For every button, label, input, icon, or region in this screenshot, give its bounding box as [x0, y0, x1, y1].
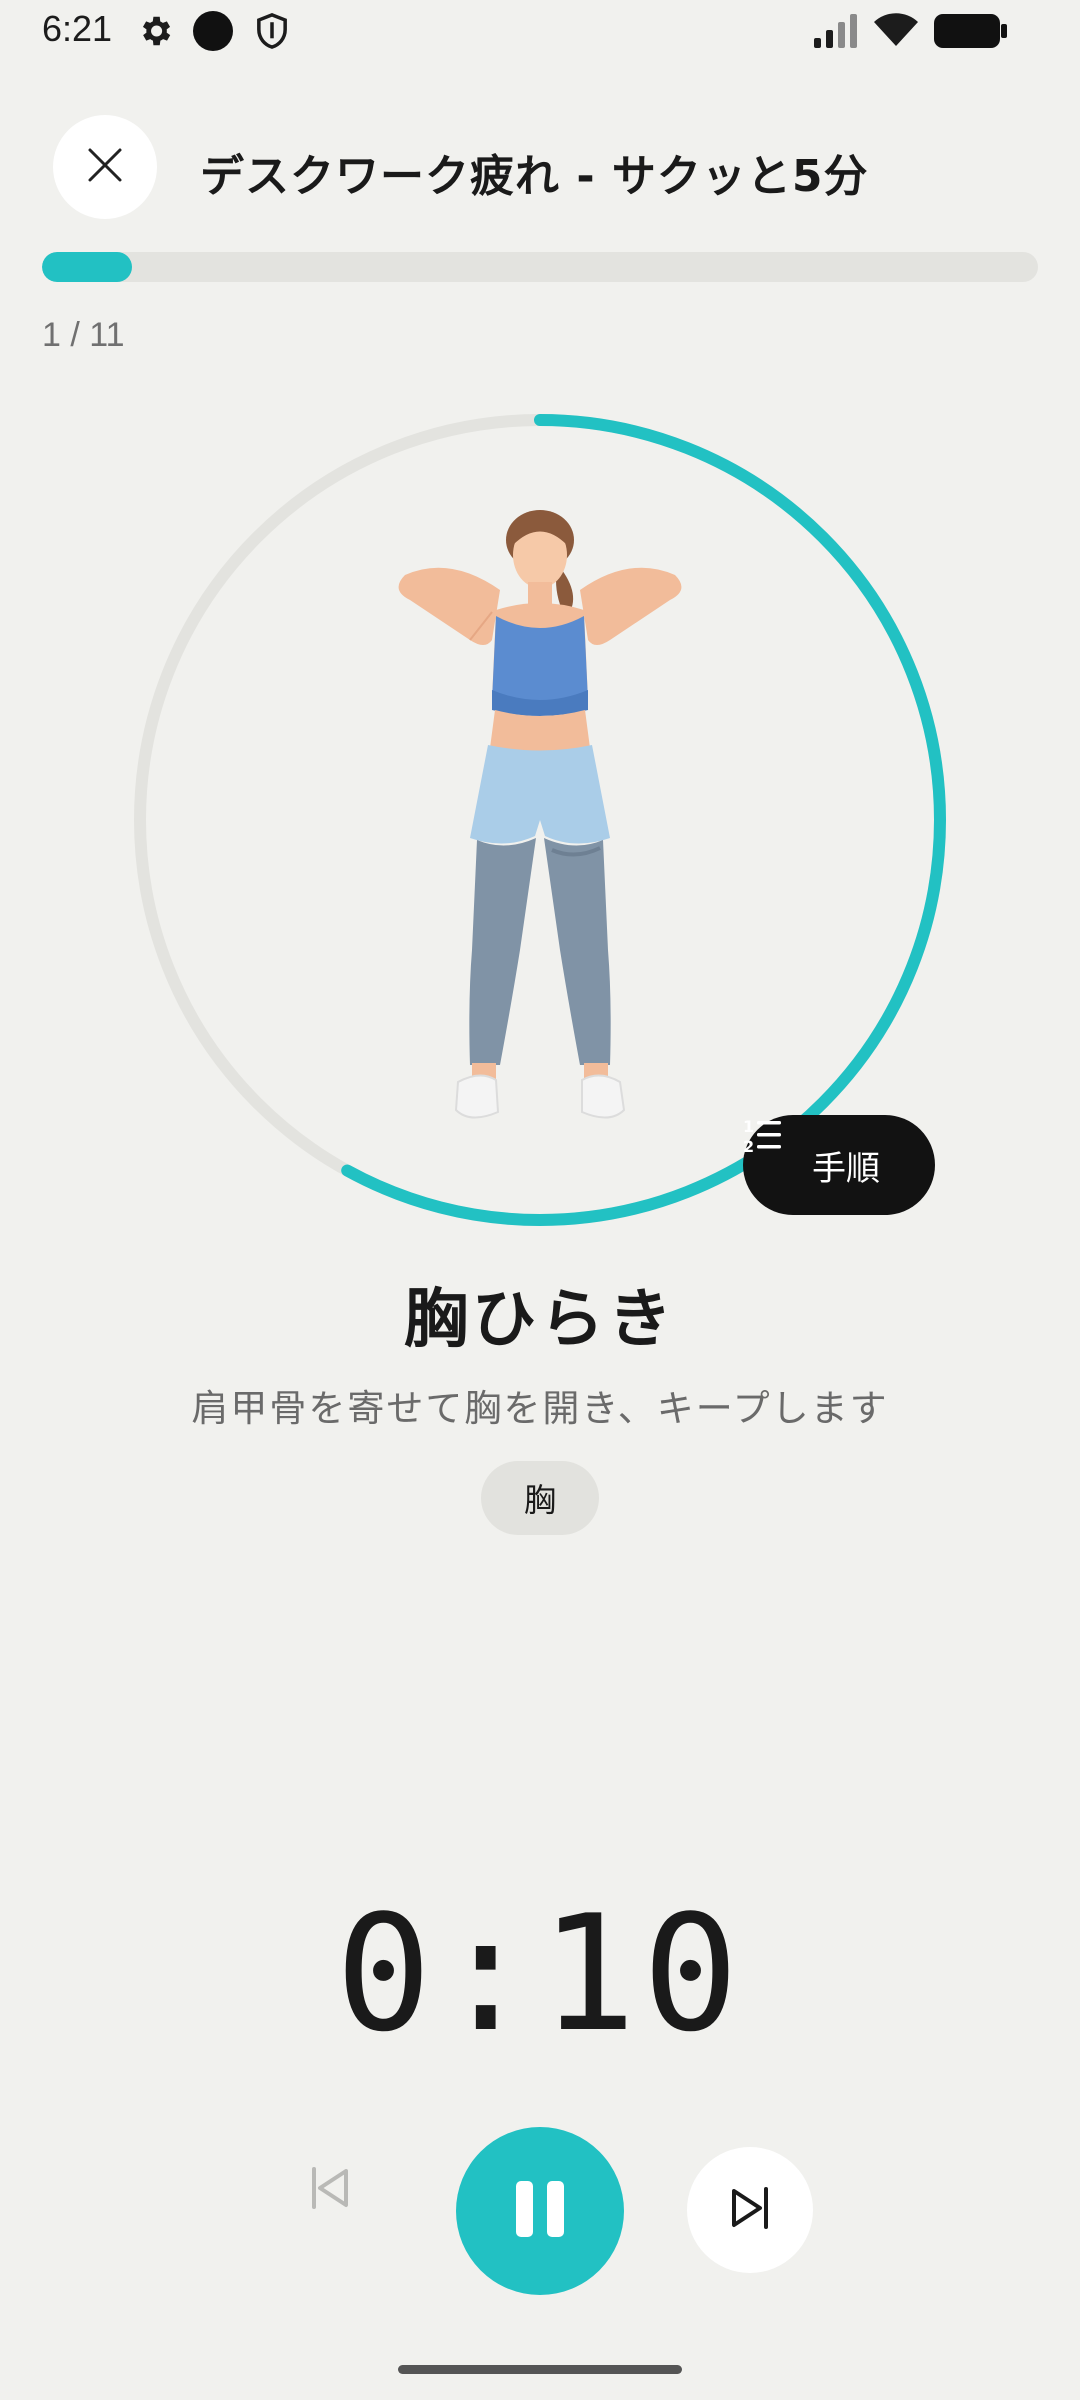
home-indicator[interactable] [398, 2365, 682, 2374]
exercise-counter: 1 / 11 [42, 316, 125, 354]
workout-progress-fill [42, 252, 132, 282]
workout-title: デスクワーク疲れ - サクッと5分 [200, 151, 869, 202]
workout-player-screen: 6:21 デスクワーク疲れ - サクッと5分 1 / 11 1 2 手順 胸ひら… [0, 0, 1080, 2400]
next-exercise-button[interactable] [687, 2147, 813, 2273]
workout-progress-bar [42, 252, 1038, 282]
previous-exercise-button[interactable] [290, 2150, 370, 2230]
svg-text:1: 1 [743, 1117, 754, 1136]
exercise-name: 胸ひらき [404, 1283, 676, 1357]
exercise-illustration [398, 510, 682, 1119]
steps-button-label: 手順 [812, 1148, 880, 1189]
svg-text:2: 2 [743, 1137, 754, 1155]
pause-icon [514, 2181, 566, 2241]
record-dot-icon [192, 10, 234, 56]
battery-icon [934, 14, 1008, 52]
status-time: 6:21 [42, 8, 113, 49]
skip-previous-icon [308, 2165, 352, 2215]
body-part-tag: 胸 [481, 1461, 599, 1535]
timer-ring-progress [134, 414, 946, 1226]
skip-next-icon [728, 2185, 772, 2235]
timer-ring-track [134, 414, 946, 1226]
countdown-timer: 0:10 [335, 1880, 745, 2067]
settings-icon [136, 12, 174, 54]
pause-button[interactable] [456, 2127, 624, 2295]
close-button[interactable] [53, 115, 157, 219]
wifi-icon [872, 12, 920, 52]
signal-icon [814, 14, 862, 52]
shield-icon [254, 12, 290, 54]
status-bar: 6:21 [0, 0, 1080, 64]
steps-button[interactable]: 1 2 手順 [743, 1115, 935, 1215]
close-icon [86, 146, 124, 188]
exercise-description: 肩甲骨を寄せて胸を開き、キープします [191, 1387, 889, 1430]
